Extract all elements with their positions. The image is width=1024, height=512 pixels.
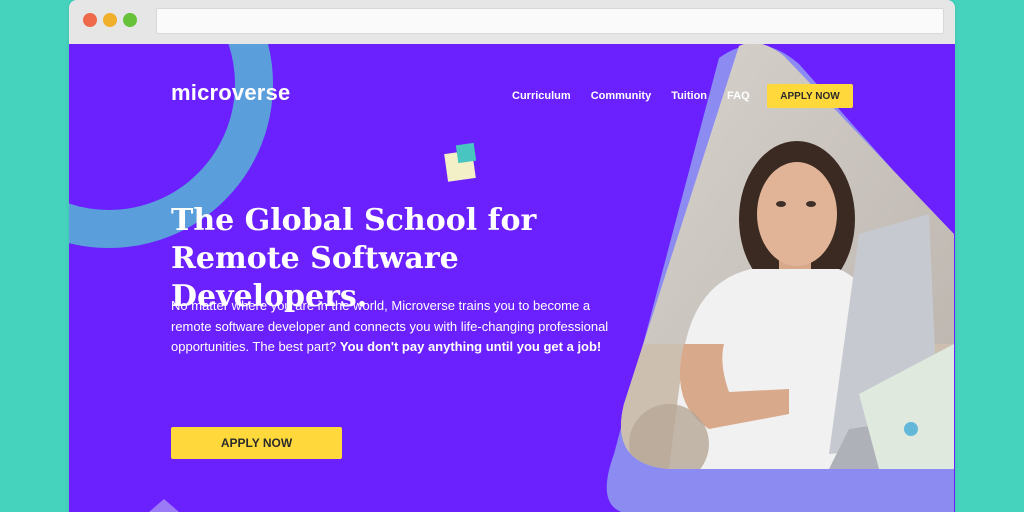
sticky-notes-icon xyxy=(444,142,477,182)
nav-apply-button[interactable]: APPLY NOW xyxy=(767,84,853,108)
address-bar[interactable] xyxy=(156,8,944,34)
nav-link-tuition[interactable]: Tuition xyxy=(671,90,707,102)
nav-link-faq[interactable]: FAQ xyxy=(727,90,750,102)
landing-page: microverse Curriculum Community Tuition … xyxy=(69,44,955,512)
maximize-window-icon[interactable] xyxy=(123,13,137,27)
minimize-window-icon[interactable] xyxy=(103,13,117,27)
decorative-shape xyxy=(149,499,179,512)
main-nav: Curriculum Community Tuition FAQ xyxy=(512,90,750,102)
browser-chrome xyxy=(69,0,955,44)
hero-apply-button[interactable]: APPLY NOW xyxy=(171,427,342,459)
hero-description: No matter where you are in the world, Mi… xyxy=(171,296,621,358)
logo[interactable]: microverse xyxy=(171,80,290,106)
close-window-icon[interactable] xyxy=(83,13,97,27)
nav-link-community[interactable]: Community xyxy=(591,90,652,102)
browser-window: microverse Curriculum Community Tuition … xyxy=(69,0,955,512)
hero-description-highlight: You don't pay anything until you get a j… xyxy=(339,339,602,354)
nav-link-curriculum[interactable]: Curriculum xyxy=(512,90,571,102)
